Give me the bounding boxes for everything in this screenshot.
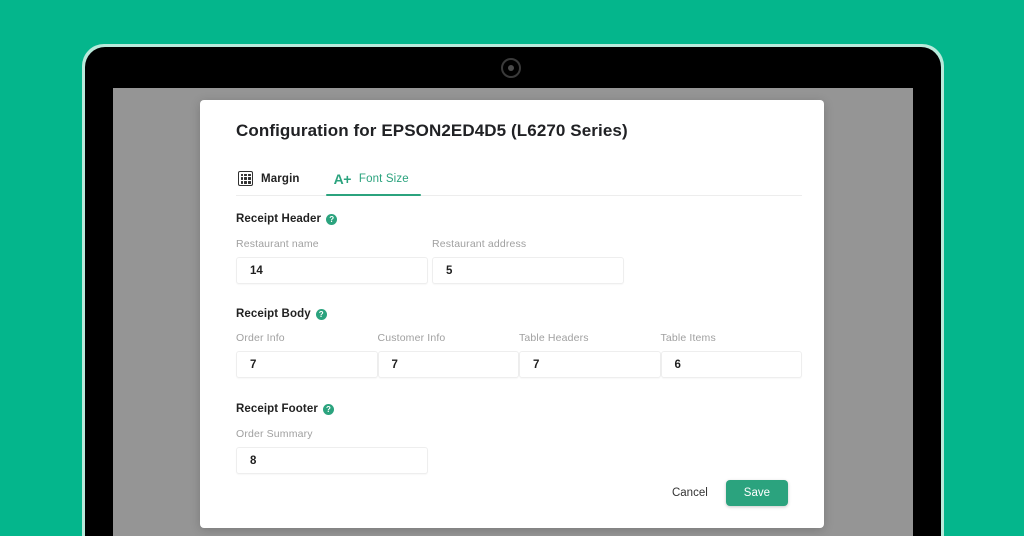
field-table-headers: Table Headers 7: [519, 332, 661, 378]
section-header-receipt-body: Receipt Body ?: [236, 308, 802, 320]
help-icon[interactable]: ?: [315, 308, 327, 320]
table-items-input[interactable]: 6: [660, 351, 802, 378]
field-label: Order Summary: [236, 428, 313, 440]
cancel-button[interactable]: Cancel: [668, 481, 712, 505]
order-summary-input[interactable]: 8: [236, 447, 428, 474]
section-title: Receipt Header: [236, 213, 322, 225]
webcam-lens-icon: [508, 65, 514, 71]
field-label: Customer Info: [377, 332, 446, 344]
border-all-icon: [238, 171, 253, 186]
help-icon[interactable]: ?: [326, 213, 338, 225]
field-label: Restaurant address: [432, 238, 527, 250]
help-icon[interactable]: ?: [322, 403, 334, 415]
section-receipt-header: Receipt Header ? Restaurant name 14 Rest…: [236, 213, 802, 284]
save-button[interactable]: Save: [725, 480, 788, 506]
field-restaurant-address: Restaurant address 5: [432, 238, 624, 284]
configuration-dialog: Configuration for EPSON2ED4D5 (L6270 Ser…: [200, 100, 824, 528]
field-label: Restaurant name: [236, 238, 319, 250]
order-info-input[interactable]: 7: [236, 351, 378, 378]
field-row: Restaurant name 14 Restaurant address 5: [236, 238, 802, 284]
field-order-summary: Order Summary 8: [236, 428, 428, 474]
tab-margin[interactable]: Margin: [236, 171, 314, 195]
section-title: Receipt Footer: [236, 403, 318, 415]
section-receipt-body: Receipt Body ? Order Info 7 Customer Inf…: [236, 308, 802, 378]
dialog-actions: Cancel Save: [668, 480, 788, 506]
webcam-icon: [501, 58, 521, 78]
field-customer-info: Customer Info 7: [377, 332, 519, 378]
field-row: Order Summary 8: [236, 428, 802, 474]
table-headers-input[interactable]: 7: [519, 351, 661, 378]
tab-margin-label: Margin: [261, 172, 300, 185]
page-title: Configuration for EPSON2ED4D5 (L6270 Ser…: [236, 121, 628, 140]
restaurant-name-input[interactable]: 14: [236, 257, 428, 284]
field-restaurant-name: Restaurant name 14: [236, 238, 428, 284]
section-header-receipt-header: Receipt Header ?: [236, 213, 802, 225]
tab-bar: Margin A+ Font Size: [236, 162, 802, 196]
field-order-info: Order Info 7: [236, 332, 378, 378]
tab-font-size-label: Font Size: [358, 173, 409, 185]
restaurant-address-input[interactable]: 5: [432, 257, 624, 284]
section-header-receipt-footer: Receipt Footer ?: [236, 403, 802, 415]
field-table-items: Table Items 6: [660, 332, 802, 378]
tab-font-size[interactable]: A+ Font Size: [314, 171, 425, 196]
a-plus-icon: A+: [333, 171, 352, 187]
customer-info-input[interactable]: 7: [377, 351, 519, 378]
field-label: Order Info: [236, 332, 285, 344]
field-row: Order Info 7 Customer Info 7 Table Heade…: [236, 332, 802, 378]
field-label: Table Headers: [519, 332, 589, 344]
section-receipt-footer: Receipt Footer ? Order Summary 8: [236, 403, 802, 474]
field-label: Table Items: [660, 332, 716, 344]
section-title: Receipt Body: [236, 308, 311, 320]
